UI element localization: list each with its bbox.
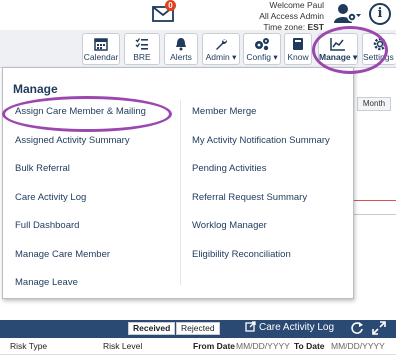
admin-button[interactable]: Admin ▾ (202, 33, 240, 65)
manage-label: Manage ▾ (319, 52, 358, 62)
menu-divider (180, 100, 181, 285)
rejected-tab[interactable]: Rejected (176, 322, 220, 335)
calendar-label: Calendar (83, 52, 119, 62)
menu-item-member-merge[interactable]: Member Merge (192, 104, 330, 133)
info-icon[interactable]: i (369, 3, 391, 25)
config-label: Config ▾ (246, 52, 278, 62)
menu-item-my-activity-notification-summary[interactable]: My Activity Notification Summary (192, 133, 330, 162)
mail-count-badge: 0 (165, 0, 176, 11)
expand-icon[interactable] (372, 321, 386, 335)
from-date-label: From Date (193, 341, 236, 351)
menu-item-bulk-referral[interactable]: Bulk Referral (15, 161, 146, 190)
menu-item-worklog-manager[interactable]: Worklog Manager (192, 218, 330, 247)
menu-item-pending-activities[interactable]: Pending Activities (192, 161, 330, 190)
menu-item-eligibility-reconciliation[interactable]: Eligibility Reconciliation (192, 247, 330, 276)
menu-item-care-activity-log[interactable]: Care Activity Log (15, 190, 146, 219)
to-date-input[interactable]: MM/DD/YYYY (331, 338, 385, 355)
care-activity-log-label: Care Activity Log (259, 322, 335, 333)
calendar-button[interactable]: Calendar (82, 33, 120, 65)
calendar-icon (94, 38, 108, 51)
access-level: All Access Admin (259, 11, 324, 21)
menu-item-manage-care-member[interactable]: Manage Care Member (15, 247, 146, 276)
menu-left-column: Assign Care Member & Mailing Assigned Ac… (15, 104, 146, 304)
menu-right-column: Member Merge My Activity Notification Su… (192, 104, 330, 275)
manage-dropdown-menu: Manage Assign Care Member & Mailing Assi… (2, 67, 354, 299)
menu-item-referral-request-summary[interactable]: Referral Request Summary (192, 190, 330, 219)
list-check-icon (135, 38, 148, 50)
menu-item-assign-care-member-mailing[interactable]: Assign Care Member & Mailing (15, 104, 146, 133)
bre-button[interactable]: BRE (124, 33, 160, 65)
gear-icon (373, 37, 386, 51)
bre-label: BRE (133, 52, 151, 62)
risk-type-header: Risk Type (10, 341, 48, 351)
menu-title: Manage (13, 82, 58, 96)
book-icon (293, 38, 303, 50)
alerts-label: Alerts (170, 52, 192, 62)
user-info: Welcome Paul All Access Admin Time zone:… (259, 0, 324, 33)
manage-button[interactable]: Manage ▾ (318, 33, 358, 65)
external-link-icon (245, 321, 256, 332)
month-view-button[interactable]: Month (357, 97, 391, 111)
settings-label: Settings ▾ (363, 52, 396, 62)
menu-header: Manage (3, 68, 353, 98)
settings-button[interactable]: Settings ▾ (362, 33, 396, 65)
risk-level-header: Risk Level (103, 341, 143, 351)
menu-item-manage-leave[interactable]: Manage Leave (15, 275, 146, 304)
to-date-label: To Date (294, 341, 325, 351)
chart-line (354, 200, 396, 201)
activity-grid-header: Risk Type Risk Level From Date MM/DD/YYY… (0, 338, 396, 355)
menu-item-assigned-activity-summary[interactable]: Assigned Activity Summary (15, 133, 146, 162)
refresh-icon[interactable] (350, 321, 364, 335)
know-button[interactable]: Know (284, 33, 312, 65)
config-button[interactable]: Config ▾ (243, 33, 281, 65)
user-settings-icon[interactable] (333, 2, 361, 24)
menu-item-full-dashboard[interactable]: Full Dashboard (15, 218, 146, 247)
top-header: 0 Welcome Paul All Access Admin Time zon… (0, 0, 396, 33)
bell-icon (176, 38, 186, 51)
gears-icon (255, 38, 269, 51)
know-label: Know (287, 52, 309, 62)
received-tab[interactable]: Received (128, 322, 176, 335)
alerts-button[interactable]: Alerts (164, 33, 198, 65)
care-activity-log-link[interactable]: Care Activity Log (245, 321, 334, 335)
welcome-text: Welcome Paul (269, 0, 324, 10)
main-toolbar: Calendar BRE Alerts Admin ▾ Config ▾ Kno… (0, 30, 396, 68)
wrench-icon (216, 38, 228, 50)
chart-gridline (354, 214, 396, 215)
admin-label: Admin ▾ (205, 52, 237, 62)
chart-icon (330, 38, 345, 51)
from-date-input[interactable]: MM/DD/YYYY (236, 338, 290, 355)
